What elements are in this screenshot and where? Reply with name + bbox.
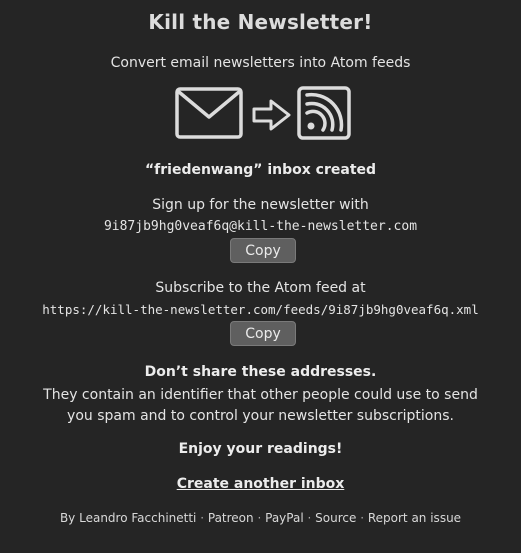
footer-paypal-link[interactable]: PayPal xyxy=(265,511,304,525)
footer-separator: · xyxy=(200,511,205,525)
inbox-created-message: “friedenwang” inbox created xyxy=(144,162,377,178)
copy-feed-url-button[interactable]: Copy xyxy=(230,321,296,346)
footer-report-issue-link[interactable]: Report an issue xyxy=(368,511,461,525)
logo xyxy=(175,86,351,140)
envelope-icon xyxy=(175,87,243,139)
footer-patreon-link[interactable]: Patreon xyxy=(208,511,254,525)
page-title: Kill the Newsletter! xyxy=(148,10,373,34)
create-another-inbox-link[interactable]: Create another inbox xyxy=(177,476,345,492)
footer: By Leandro Facchinetti · Patreon · PayPa… xyxy=(0,511,521,525)
enjoy-message: Enjoy your readings! xyxy=(178,441,343,457)
footer-by: By xyxy=(59,511,76,525)
footer-separator: · xyxy=(257,511,262,525)
arrow-right-icon xyxy=(252,99,291,131)
subscribe-instructions: Subscribe to the Atom feed at xyxy=(155,280,366,296)
warning-text: They contain an identifier that other pe… xyxy=(43,387,478,424)
signup-instructions: Sign up for the newsletter with xyxy=(152,197,369,213)
rss-feed-icon xyxy=(297,86,351,140)
inbox-email-address[interactable]: 9i87jb9hg0veaf6q@kill-the-newsletter.com xyxy=(0,219,521,234)
copy-email-button[interactable]: Copy xyxy=(230,238,296,263)
warning-title: Don’t share these addresses. xyxy=(144,364,377,380)
create-another-inbox: Create another inbox xyxy=(0,476,521,492)
footer-separator: · xyxy=(307,511,312,525)
footer-source-link[interactable]: Source xyxy=(315,511,356,525)
footer-author-link[interactable]: Leandro Facchinetti xyxy=(79,511,196,525)
footer-separator: · xyxy=(360,511,365,525)
feed-url[interactable]: https://kill-the-newsletter.com/feeds/9i… xyxy=(0,302,521,317)
page-subtitle: Convert email newsletters into Atom feed… xyxy=(110,55,411,71)
